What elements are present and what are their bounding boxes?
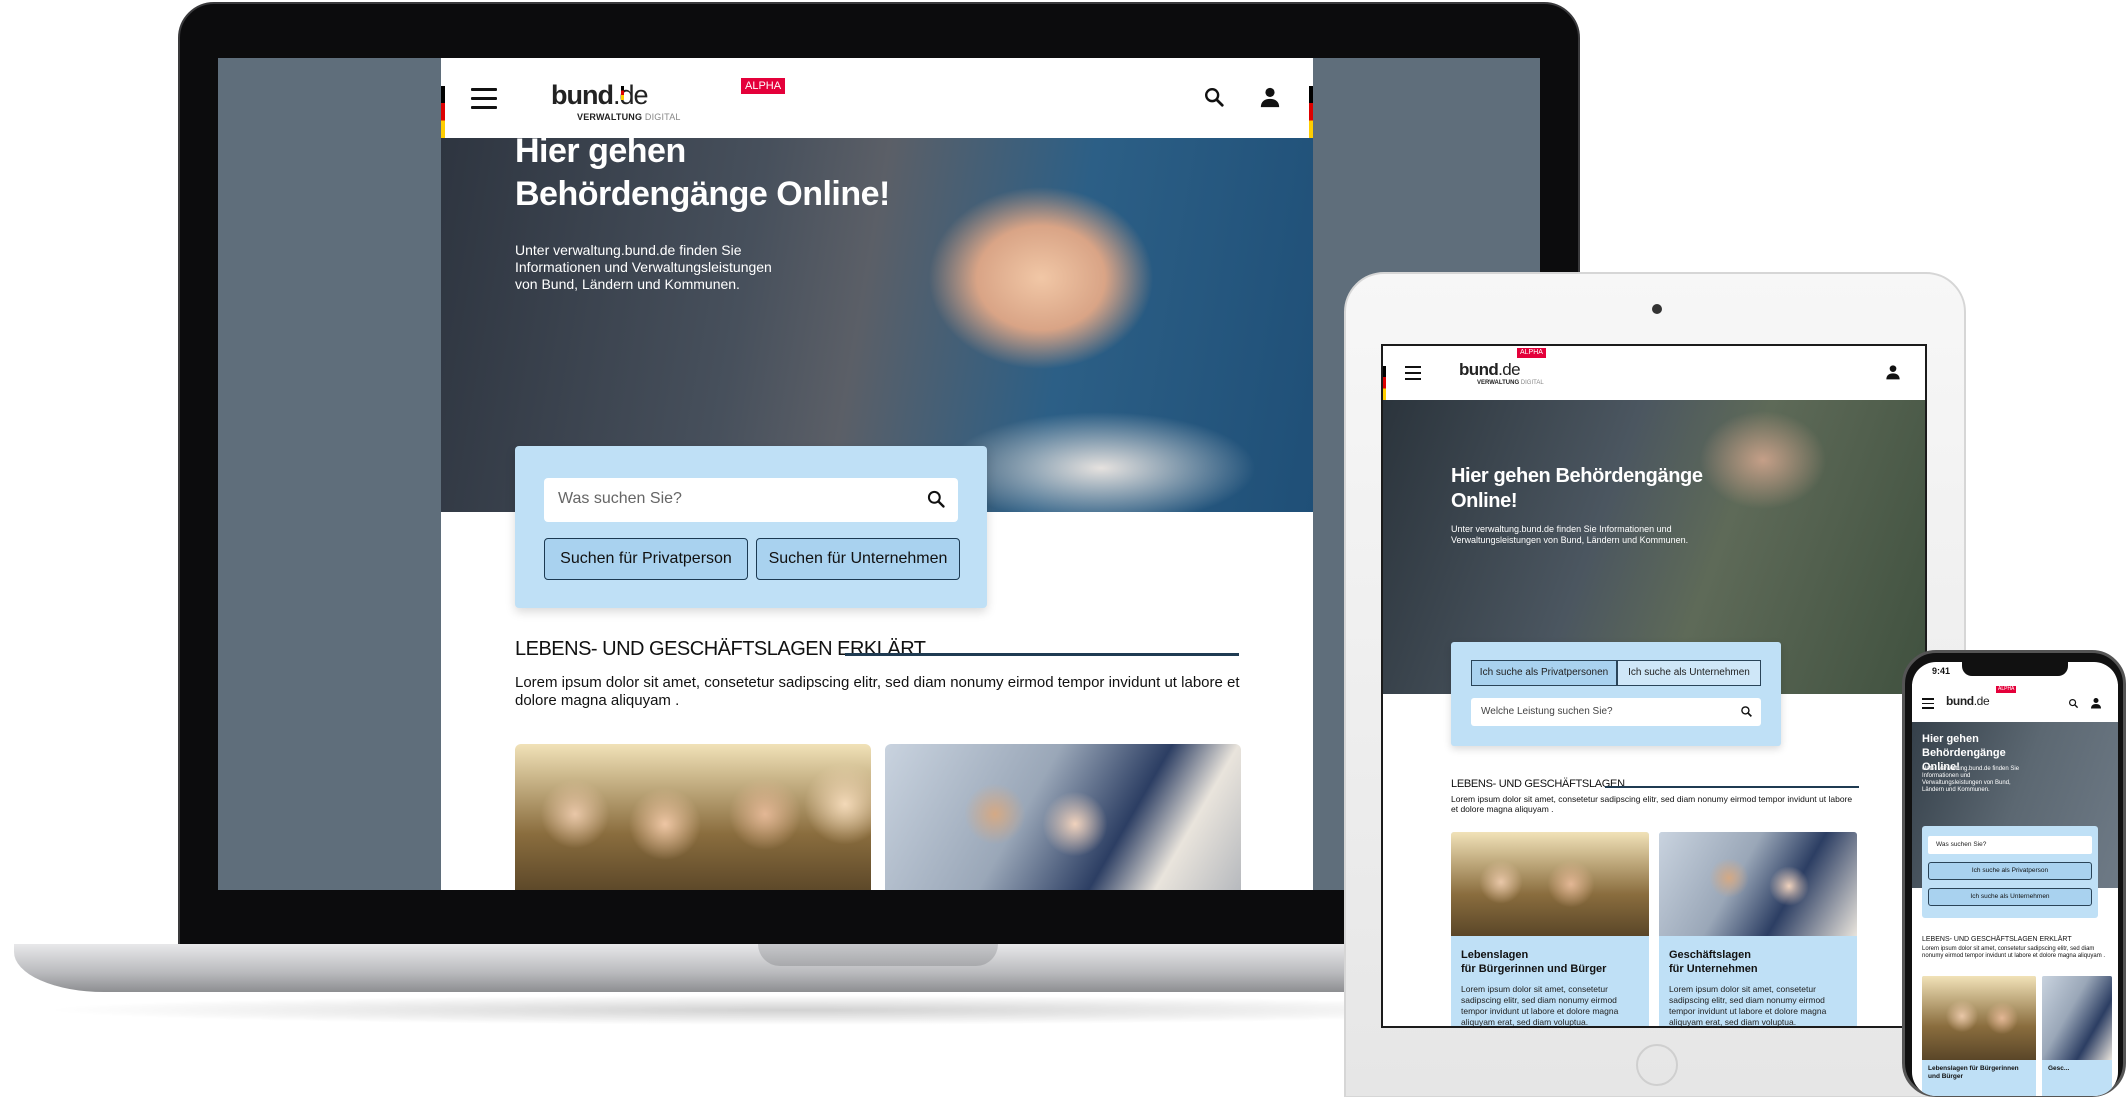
card-title: Geschäftslagen für Unternehmen	[1669, 949, 1758, 975]
hamburger-menu-icon[interactable]	[1922, 698, 1934, 709]
phone-section-text: Lorem ipsum dolor sit amet, consetetur s…	[1922, 946, 2106, 959]
tablet-search-input[interactable]: Welche Leistung suchen Sie?	[1471, 698, 1761, 726]
alpha-badge: ALPHA	[1996, 686, 2017, 693]
device-mockup-stage: bund.de VERWALTUNG DIGITAL ALPHA Hier ge…	[0, 0, 2126, 1097]
phone-search-input[interactable]: Was suchen Sie?	[1928, 836, 2092, 854]
section-title: LEBENS- UND GESCHÄFTSLAGEN ERKLÄRT	[515, 638, 926, 660]
hamburger-menu-icon[interactable]	[1405, 366, 1421, 380]
section-text: Lorem ipsum dolor sit amet, consetetur s…	[515, 674, 1240, 709]
hamburger-menu-icon[interactable]	[471, 88, 497, 109]
card-lebenslagen-image[interactable]	[515, 744, 871, 890]
search-panel: Was suchen Sie? Suchen für Privatperson …	[515, 446, 987, 608]
section-rule	[845, 653, 1239, 656]
user-account-icon[interactable]	[1259, 86, 1281, 108]
card-image	[1659, 832, 1857, 936]
card-image	[1451, 832, 1649, 936]
card-lebenslagen[interactable]: Lebenslagen für Bürgerinnen und Bürger Lo…	[1451, 832, 1649, 1027]
phone-notch	[1962, 662, 2068, 676]
logo-subline: VERWALTUNG DIGITAL	[577, 112, 681, 122]
card-image	[1922, 976, 2036, 1060]
alpha-badge: ALPHA	[1517, 348, 1546, 358]
user-account-icon[interactable]	[1885, 364, 1901, 380]
tab-private[interactable]: Ich suche als Privatpersonen	[1471, 660, 1617, 686]
phone-site: 9:41 bund.de ALPHA Hier gehen Behördengä…	[1912, 662, 2118, 1096]
card-title: Lebenslagen für Bürgerinnen und Bürger	[1461, 949, 1607, 975]
card-geschaeftslagen[interactable]: Geschäftslagen für Unternehmen Lorem ipsu…	[1659, 832, 1857, 1027]
tablet-hero-text: Unter verwaltung.bund.de finden Sie Info…	[1451, 524, 1689, 545]
search-icon[interactable]	[926, 489, 946, 509]
alpha-badge: ALPHA	[741, 78, 786, 94]
tablet-camera	[1652, 304, 1662, 314]
card-title: Lebenslagen für Bürgerinnen und Bürger	[1928, 1065, 2019, 1080]
logo-wordmark: bund.de	[551, 80, 649, 110]
tablet-section-title: LEBENS- UND GESCHÄFTSLAGEN	[1451, 778, 1625, 790]
search-private-button[interactable]: Ich suche als Privatperson	[1928, 862, 2092, 880]
tablet-header: bund.de VERWALTUNG DIGITAL ALPHA	[1383, 346, 1925, 400]
tablet-section-text: Lorem ipsum dolor sit amet, consetetur s…	[1451, 794, 1853, 814]
logo-wordmark[interactable]: bund.de	[1946, 694, 1990, 708]
search-icon[interactable]	[1203, 86, 1225, 108]
site-header: bund.de VERWALTUNG DIGITAL ALPHA	[441, 58, 1313, 138]
search-placeholder: Was suchen Sie?	[558, 490, 682, 507]
logo-wordmark[interactable]: bund.de	[1459, 360, 1521, 380]
flag-stripe-left	[1383, 366, 1386, 400]
phone-hero-text: Unter verwaltung.bund.de finden Sie Info…	[1922, 766, 2020, 793]
card-title: Gesc...	[2048, 1065, 2070, 1072]
search-business-button[interactable]: Suchen für Unternehmen	[756, 538, 960, 580]
logo-subline: VERWALTUNG DIGITAL	[1477, 380, 1544, 386]
desktop-site: bund.de VERWALTUNG DIGITAL ALPHA Hier ge…	[441, 58, 1313, 890]
card-geschaeftslagen-image[interactable]	[885, 744, 1241, 890]
status-time: 9:41	[1932, 666, 1951, 676]
tab-business[interactable]: Ich suche als Unternehmen	[1617, 660, 1761, 686]
hero-title: Hier gehen Behördengänge Online!	[515, 132, 890, 213]
tablet-site: bund.de VERWALTUNG DIGITAL ALPHA Hier ge…	[1381, 344, 1927, 1028]
phone-search-panel: Was suchen Sie? Ich suche als Privatpers…	[1922, 826, 2098, 918]
card-image	[2042, 976, 2112, 1060]
card-geschaeftslagen[interactable]: Gesc...	[2042, 976, 2112, 1096]
phone-section-title: LEBENS- UND GESCHÄFTSLAGEN ERKLÄRT	[1922, 936, 2072, 943]
hero-text: Unter verwaltung.bund.de finden Sie Info…	[515, 242, 772, 292]
user-account-icon[interactable]	[2090, 697, 2102, 709]
logo-flag-mark	[621, 86, 624, 100]
search-private-button[interactable]: Suchen für Privatperson	[544, 538, 748, 580]
search-placeholder: Welche Leistung suchen Sie?	[1481, 706, 1613, 717]
search-input[interactable]: Was suchen Sie?	[544, 478, 958, 522]
flag-stripe-left	[441, 86, 445, 138]
tablet-section-rule	[1605, 786, 1859, 788]
laptop-shadow	[40, 995, 1540, 1025]
flag-stripe-right	[1309, 86, 1313, 138]
laptop-notch	[758, 944, 998, 966]
search-business-button[interactable]: Ich suche als Unternehmen	[1928, 888, 2092, 906]
tablet-hero-title: Hier gehen Behördengänge Online!	[1451, 465, 1703, 512]
search-icon[interactable]	[2068, 698, 2079, 709]
card-lebenslagen[interactable]: Lebenslagen für Bürgerinnen und Bürger	[1922, 976, 2036, 1096]
tablet-home-button	[1636, 1044, 1678, 1086]
phone-header: bund.de ALPHA	[1912, 684, 2118, 722]
card-text: Lorem ipsum dolor sit amet, consetetur s…	[1669, 984, 1827, 1027]
card-text: Lorem ipsum dolor sit amet, consetetur s…	[1461, 984, 1619, 1027]
tablet-search-panel: Ich suche als Privatpersonen Ich suche a…	[1451, 642, 1781, 746]
search-icon[interactable]	[1740, 705, 1753, 718]
